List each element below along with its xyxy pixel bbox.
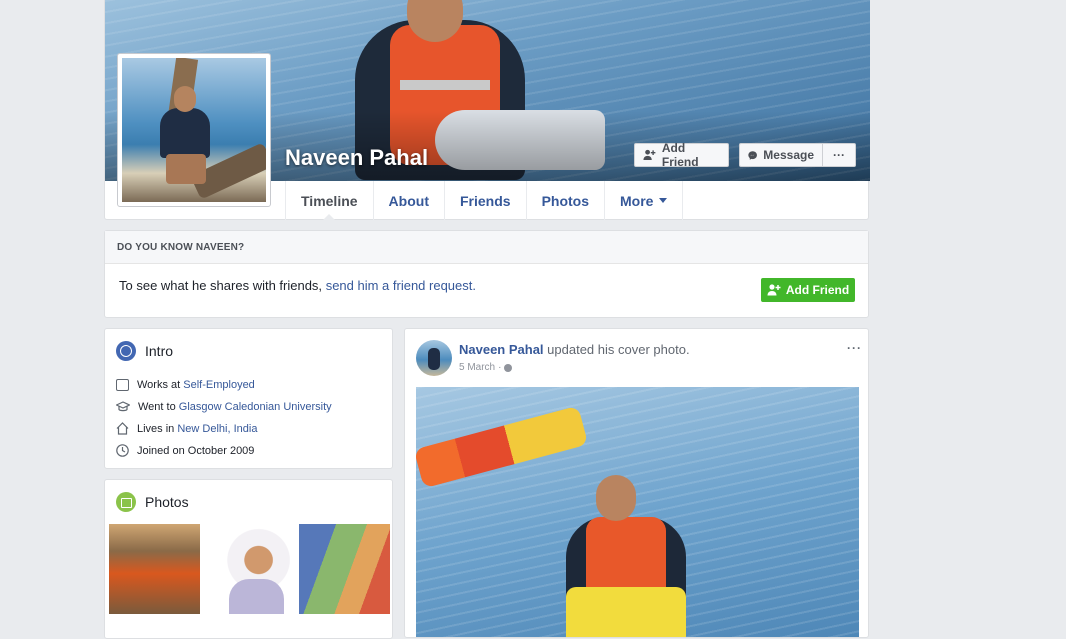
tab-label: Photos [541,192,590,209]
intro-prefix: Joined on October 2009 [137,444,255,457]
add-friend-label: Add Friend [661,141,699,169]
tab-label: More [620,192,654,209]
intro-education: Went to Glasgow Caledonian University [116,401,332,413]
tab-friends[interactable]: Friends [445,181,527,220]
tab-timeline[interactable]: Timeline [285,181,374,221]
profile-name[interactable]: Naveen Pahal [285,145,428,171]
school-link[interactable]: Glasgow Caledonian University [179,401,332,413]
photos-title[interactable]: Photos [145,494,189,510]
more-options-button[interactable]: ··· [822,143,856,167]
profile-picture[interactable] [117,53,271,207]
add-friend-icon [643,149,656,161]
prompt-text-plain: To see what he shares with friends, [119,278,323,293]
photo-thumbnail[interactable] [204,524,295,614]
intro-card: Intro Works at Self-Employed Went to Gla… [104,328,393,469]
photo-thumbnail[interactable] [299,524,390,614]
tab-more[interactable]: More [605,181,684,220]
clock-icon [116,444,129,457]
intro-joined: Joined on October 2009 [116,444,254,457]
post-date[interactable]: 5 March [459,362,495,373]
intro-location: Lives in New Delhi, India [116,422,257,435]
profile-tabs: Timeline About Friends Photos More [285,181,684,221]
profile-header: Naveen Pahal Add Friend Message ··· Time… [104,0,870,221]
prompt-heading: DO YOU KNOW NAVEEN? [105,231,868,264]
timeline-post: Naveen Pahal updated his cover photo. 5 … [404,328,869,638]
friend-request-prompt: DO YOU KNOW NAVEEN? To see what he share… [104,230,869,318]
tab-label: Friends [459,192,511,209]
public-globe-icon[interactable] [504,363,513,372]
message-label: Message [763,148,814,162]
add-friend-button[interactable]: Add Friend [634,141,729,169]
message-button[interactable]: Message [739,143,823,167]
intro-prefix: Went to [138,401,176,413]
post-options-icon[interactable]: ··· [847,341,862,355]
intro-prefix: Works at [137,379,181,391]
active-tab-indicator [322,214,337,221]
graduation-cap-icon [116,401,130,412]
post-action-text: updated his cover photo. [547,342,690,357]
tab-label: Timeline [301,192,358,209]
prompt-text: To see what he shares with friends, send… [119,278,476,293]
meta-separator: · [498,362,502,373]
briefcase-icon [116,379,129,391]
intro-work: Works at Self-Employed [116,379,255,391]
post-meta: 5 March · [459,362,513,373]
home-icon [116,422,129,435]
intro-title: Intro [145,343,174,359]
add-friend-green-button[interactable]: Add Friend [761,278,855,302]
post-author-link[interactable]: Naveen Pahal [459,342,544,357]
add-friend-icon [767,284,781,296]
tab-label: About [388,192,429,209]
location-link[interactable]: New Delhi, India [177,423,257,435]
post-author-avatar[interactable] [416,340,452,376]
work-link[interactable]: Self-Employed [183,379,255,391]
photo-thumbnail[interactable] [109,524,200,614]
intro-prefix: Lives in [137,422,175,435]
post-header: Naveen Pahal updated his cover photo. [459,342,690,357]
globe-icon [116,341,136,361]
send-friend-request-link[interactable]: send him a friend request. [326,278,476,293]
post-photo[interactable] [416,387,859,637]
tab-about[interactable]: About [374,181,445,220]
tab-photos[interactable]: Photos [527,181,606,220]
photos-icon [116,492,136,512]
more-dots-icon: ··· [833,148,845,162]
photos-card: Photos [104,479,393,639]
caret-down-icon [659,198,668,203]
messenger-icon [748,150,757,160]
add-friend-label: Add Friend [785,283,850,297]
